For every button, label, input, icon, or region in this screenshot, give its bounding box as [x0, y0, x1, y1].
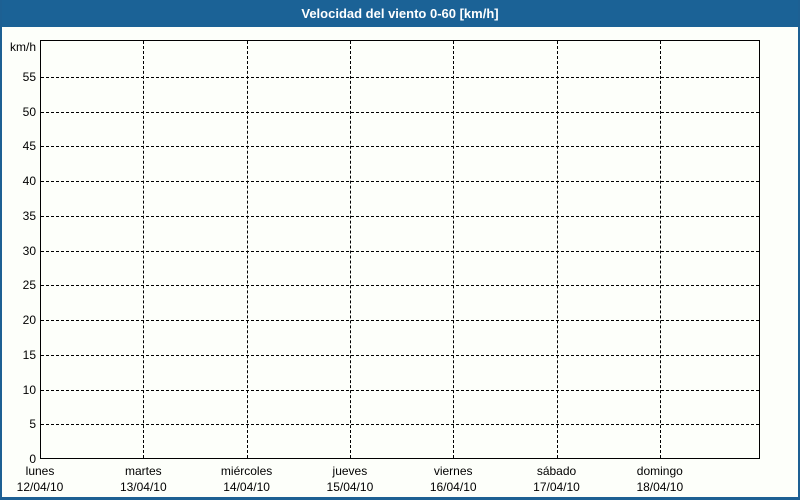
- x-date-label-jueves: 15/04/10: [326, 480, 374, 494]
- y-tick-label-15: 15: [22, 347, 36, 362]
- h-gridline-20: [41, 320, 759, 322]
- h-gridline-45: [41, 146, 759, 148]
- y-axis-unit-label: km/h: [9, 40, 36, 54]
- y-tick-label-20: 20: [22, 313, 36, 328]
- h-gridline-50: [41, 111, 759, 113]
- v-gridline-jueves: [349, 41, 351, 458]
- h-gridline-55: [41, 76, 759, 78]
- y-tick-label-30: 30: [22, 243, 36, 258]
- plot-area: [40, 40, 760, 459]
- h-gridline-25: [41, 285, 759, 287]
- x-day-label-domingo: domingo: [636, 464, 683, 478]
- h-gridline-10: [41, 389, 759, 391]
- x-date-label-lunes: 12/04/10: [16, 480, 64, 494]
- x-day-label-miércoles: miércoles: [220, 464, 273, 478]
- y-tick-label-25: 25: [22, 278, 36, 293]
- x-day-label-lunes: lunes: [25, 464, 55, 478]
- h-gridline-15: [41, 354, 759, 356]
- y-tick-label-10: 10: [22, 382, 36, 397]
- x-day-label-sábado: sábado: [536, 464, 577, 478]
- y-tick-label-40: 40: [22, 174, 36, 189]
- x-date-label-miércoles: 14/04/10: [223, 480, 270, 494]
- v-gridline-martes: [143, 41, 145, 458]
- x-date-label-sábado: 17/04/10: [533, 480, 580, 494]
- x-day-label-jueves: jueves: [332, 464, 368, 478]
- y-tick-label-45: 45: [22, 139, 36, 154]
- y-tick-label-35: 35: [22, 208, 36, 223]
- wind-speed-chart: km/h 0 5 10 15 20 25 30 35 40 45 50 55 lunes 12/04/1…: [2, 0, 798, 497]
- x-date-label-viernes: 16/04/10: [429, 480, 477, 494]
- y-tick-label-50: 50: [22, 104, 36, 119]
- x-day-label-martes: martes: [124, 464, 162, 478]
- chart-window: Velocidad del viento 0-60 [km/h] km/h 05…: [0, 0, 800, 500]
- x-date-label-domingo: 18/04/10: [636, 480, 684, 494]
- v-gridline-viernes: [453, 41, 455, 458]
- h-gridline-30: [41, 250, 759, 252]
- v-gridline-miércoles: [246, 41, 248, 458]
- h-gridline-40: [41, 181, 759, 183]
- h-gridline-5: [41, 424, 759, 426]
- h-gridline-35: [41, 215, 759, 217]
- x-date-label-martes: 13/04/10: [119, 480, 167, 494]
- y-tick-label-5: 5: [29, 417, 36, 432]
- x-day-label-viernes: viernes: [433, 464, 473, 478]
- y-tick-label-55: 55: [22, 69, 36, 84]
- v-gridline-domingo: [659, 41, 661, 458]
- v-gridline-sábado: [556, 41, 558, 458]
